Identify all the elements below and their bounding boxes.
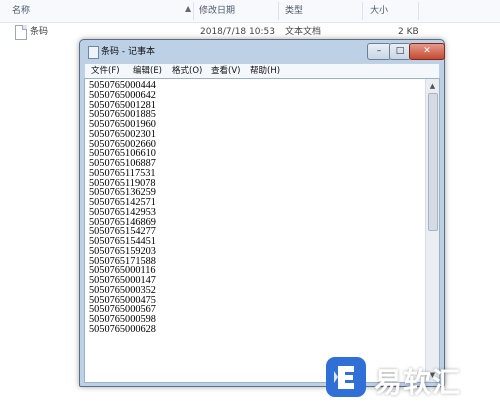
file-size: 2 KB	[398, 27, 419, 37]
menu-view[interactable]: 查看(V)	[211, 64, 240, 78]
column-modified[interactable]: 修改日期	[199, 0, 235, 22]
menu-help[interactable]: 帮助(H)	[250, 64, 280, 78]
close-button[interactable]: ✕	[409, 43, 445, 60]
file-type: 文本文档	[285, 27, 322, 37]
menu-file[interactable]: 文件(F)	[91, 64, 120, 78]
column-divider[interactable]	[193, 2, 194, 20]
maximize-button[interactable]: □	[389, 43, 411, 60]
column-divider[interactable]	[418, 2, 419, 20]
column-name[interactable]: 名称	[12, 0, 30, 22]
sort-up-icon: ▲	[185, 4, 192, 13]
watermark-logo: 易软汇	[326, 355, 496, 399]
menu-edit[interactable]: 编辑(E)	[133, 64, 162, 78]
column-size[interactable]: 大小	[370, 0, 388, 22]
file-row[interactable]: 条码 2018/7/18 10:53 文本文档 2 KB	[0, 24, 500, 40]
text-lines: 5050765000444 5050765000642 505076500128…	[89, 80, 156, 335]
scroll-thumb[interactable]	[428, 93, 438, 231]
file-name: 条码	[30, 27, 49, 37]
text-file-icon	[15, 25, 27, 40]
menu-bar: 文件(F) 编辑(E) 格式(O) 查看(V) 帮助(H)	[84, 63, 440, 79]
minimize-button[interactable]: –	[367, 43, 391, 60]
file-list-header: 名称 ▲ 修改日期 类型 大小	[0, 0, 500, 23]
notepad-window[interactable]: 条码 - 记事本 – □ ✕ 文件(F) 编辑(E) 格式(O) 查看(V) 帮…	[79, 39, 445, 387]
column-divider[interactable]	[362, 2, 363, 20]
text-area[interactable]: 5050765000444 5050765000642 505076500128…	[84, 78, 440, 383]
text-line: 5050765000628	[89, 323, 156, 335]
window-title: 条码 - 记事本	[101, 47, 155, 57]
notepad-icon	[88, 46, 99, 59]
vertical-scrollbar[interactable]: ▲ ▼	[425, 79, 439, 382]
column-type[interactable]: 类型	[285, 0, 303, 22]
column-divider[interactable]	[278, 2, 279, 20]
scroll-up-icon[interactable]: ▲	[427, 80, 438, 92]
menu-format[interactable]: 格式(O)	[172, 64, 202, 78]
logo-badge-icon	[326, 357, 366, 397]
file-modified: 2018/7/18 10:53	[200, 27, 275, 37]
watermark-text: 易软汇	[374, 366, 462, 399]
